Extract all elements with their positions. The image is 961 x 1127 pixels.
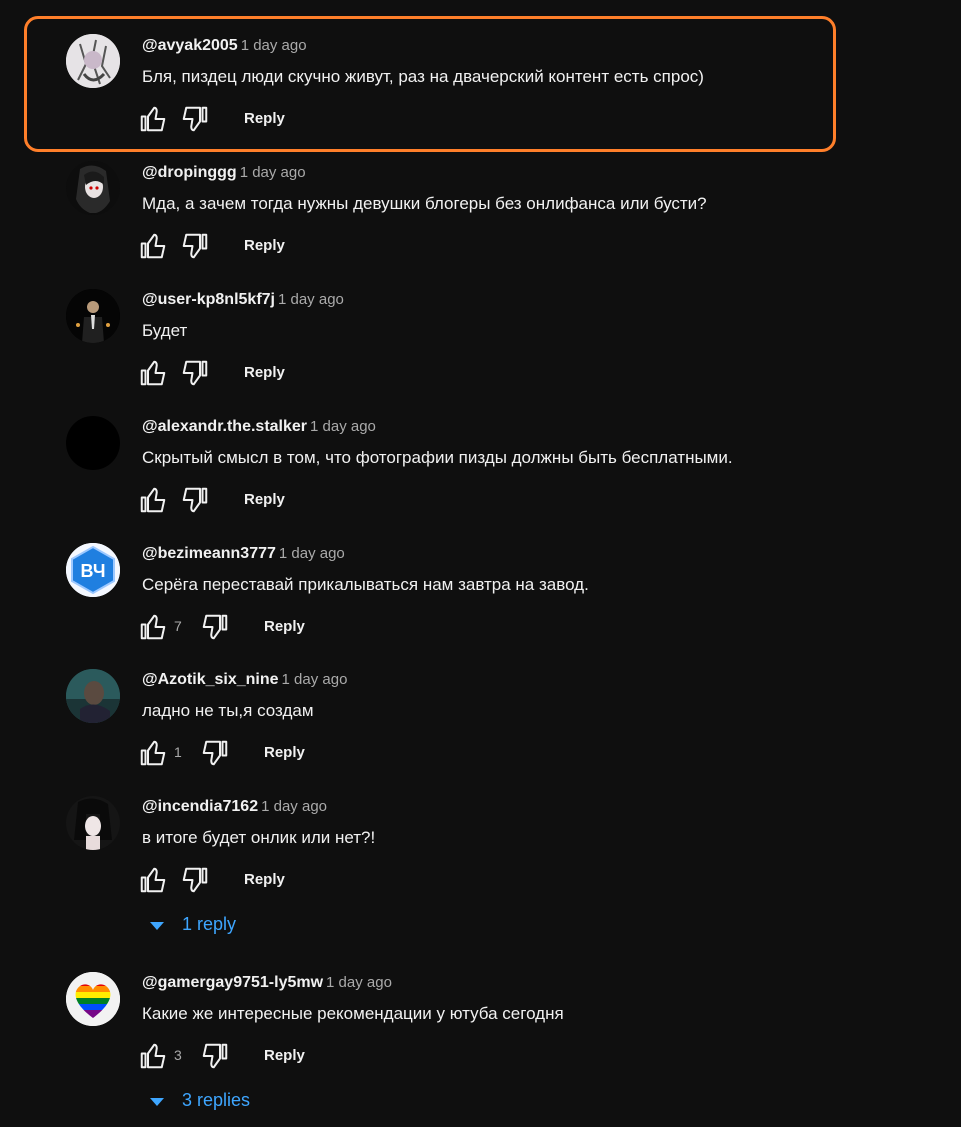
- comment-time[interactable]: 1 day ago: [326, 974, 392, 991]
- chevron-down-icon: [150, 1098, 164, 1106]
- comment-time[interactable]: 1 day ago: [278, 291, 344, 308]
- comment-time[interactable]: 1 day ago: [282, 671, 348, 688]
- comment-text: Серёга переставай прикалываться нам завт…: [142, 575, 589, 594]
- reply-button[interactable]: Reply: [264, 618, 305, 635]
- dislike-icon[interactable]: [180, 485, 210, 515]
- reply-button[interactable]: Reply: [244, 871, 285, 888]
- comment-actions: Reply: [138, 865, 438, 895]
- comment-actions: 3 Reply: [138, 1041, 438, 1071]
- avatar[interactable]: [66, 669, 120, 723]
- comment-author[interactable]: @dropinggg: [142, 164, 237, 181]
- comment-text: Скрытый смысл в том, что фотографии пизд…: [142, 448, 733, 467]
- dislike-icon[interactable]: [200, 612, 230, 642]
- chevron-down-icon: [150, 922, 164, 930]
- comment-text: Будет: [142, 321, 188, 340]
- dislike-icon[interactable]: [200, 738, 230, 768]
- replies-count-label: 1 reply: [182, 914, 237, 934]
- comment-time[interactable]: 1 day ago: [279, 545, 345, 562]
- comment-actions: Reply: [138, 231, 438, 261]
- comment-text: Бля, пиздец люди скучно живут, раз на дв…: [142, 67, 704, 86]
- like-icon[interactable]: [138, 485, 168, 515]
- comment-author[interactable]: @Azotik_six_nine: [142, 671, 279, 688]
- reply-button[interactable]: Reply: [264, 1047, 305, 1064]
- comment-time[interactable]: 1 day ago: [310, 418, 376, 435]
- comment-text: Мда, а зачем тогда нужны девушки блогеры…: [142, 194, 707, 213]
- comment-text: ладно не ты,я создам: [142, 701, 314, 720]
- replies-count-label: 3 replies: [182, 1090, 251, 1110]
- like-icon[interactable]: [138, 104, 168, 134]
- comment-time[interactable]: 1 day ago: [261, 798, 327, 815]
- like-count: 1: [174, 744, 182, 760]
- like-icon[interactable]: [138, 865, 168, 895]
- avatar[interactable]: [66, 34, 120, 88]
- reply-button[interactable]: Reply: [244, 237, 285, 254]
- comment-author[interactable]: @avyak2005: [142, 37, 238, 54]
- reply-button[interactable]: Reply: [244, 110, 285, 127]
- comment-author[interactable]: @bezimeann3777: [142, 545, 276, 562]
- comment-actions: Reply: [138, 358, 438, 388]
- comment-actions: 1 Reply: [138, 738, 438, 768]
- comment-text: Какие же интересные рекомендации у ютуба…: [142, 1004, 564, 1023]
- like-icon[interactable]: [138, 738, 168, 768]
- comment-author[interactable]: @gamergay9751-ly5mw: [142, 974, 323, 991]
- avatar[interactable]: [66, 161, 120, 215]
- comment-author[interactable]: @user-kp8nl5kf7j: [142, 291, 275, 308]
- avatar[interactable]: [66, 416, 120, 470]
- dislike-icon[interactable]: [200, 1041, 230, 1071]
- like-count: 7: [174, 618, 182, 634]
- like-icon[interactable]: [138, 1041, 168, 1071]
- comment-text: в итоге будет онлик или нет?!: [142, 828, 376, 847]
- comment-time[interactable]: 1 day ago: [241, 37, 307, 54]
- avatar[interactable]: [66, 796, 120, 850]
- reply-button[interactable]: Reply: [264, 744, 305, 761]
- avatar[interactable]: ВЧ: [66, 543, 120, 597]
- like-icon[interactable]: [138, 231, 168, 261]
- avatar[interactable]: [66, 289, 120, 343]
- avatar[interactable]: [66, 972, 120, 1026]
- dislike-icon[interactable]: [180, 231, 210, 261]
- comment-actions: Reply: [138, 104, 438, 134]
- like-count: 3: [174, 1047, 182, 1063]
- reply-button[interactable]: Reply: [244, 491, 285, 508]
- comment-time[interactable]: 1 day ago: [240, 164, 306, 181]
- comment-actions: Reply: [138, 485, 438, 515]
- comment-actions: 7 Reply: [138, 612, 438, 642]
- svg-text:ВЧ: ВЧ: [81, 561, 106, 581]
- dislike-icon[interactable]: [180, 865, 210, 895]
- comment-author[interactable]: @alexandr.the.stalker: [142, 418, 307, 435]
- dislike-icon[interactable]: [180, 104, 210, 134]
- reply-button[interactable]: Reply: [244, 364, 285, 381]
- comment-author[interactable]: @incendia7162: [142, 798, 258, 815]
- like-icon[interactable]: [138, 358, 168, 388]
- like-icon[interactable]: [138, 612, 168, 642]
- dislike-icon[interactable]: [180, 358, 210, 388]
